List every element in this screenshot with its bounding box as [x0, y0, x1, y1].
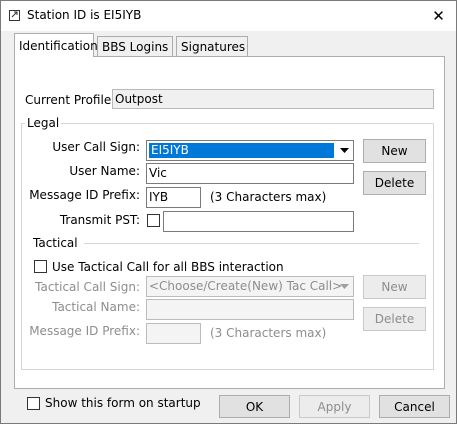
tactical-msg-id-prefix-hint: (3 Characters max): [210, 326, 327, 340]
tactical-call-sign-value: <Choose/Create(New) Tac Call>: [149, 279, 343, 293]
transmit-pst-checkbox[interactable]: [147, 214, 160, 227]
use-tactical-checkbox[interactable]: [34, 260, 47, 273]
use-tactical-label[interactable]: Use Tactical Call for all BBS interactio…: [52, 260, 284, 274]
transmit-pst-label: Transmit PST:: [59, 213, 140, 227]
tab-signatures[interactable]: Signatures: [176, 36, 248, 56]
tab-label: BBS Logins: [102, 39, 169, 54]
tactical-name-field[interactable]: [146, 299, 354, 320]
user-call-sign-label: User Call Sign:: [52, 140, 140, 154]
legal-group-border: [21, 123, 433, 124]
tab-label: Signatures: [181, 39, 246, 54]
tab-bbs-logins[interactable]: BBS Logins: [97, 36, 173, 56]
transmit-pst-field[interactable]: [163, 211, 354, 232]
close-button[interactable]: ✕: [421, 1, 456, 31]
tactical-call-sign-combo[interactable]: <Choose/Create(New) Tac Call>: [146, 276, 354, 297]
legal-group-border-left: [21, 123, 22, 369]
window-title: Station ID is EI5IYB: [27, 8, 142, 22]
chevron-down-icon[interactable]: [336, 278, 352, 295]
tactical-msg-id-prefix-field[interactable]: [146, 323, 201, 344]
legal-group-label: Legal: [25, 116, 62, 130]
msg-id-prefix-hint: (3 Characters max): [210, 190, 327, 204]
new-call-sign-button[interactable]: New: [363, 139, 426, 163]
current-profile-field: Outpost: [112, 89, 434, 109]
show-on-startup-label[interactable]: Show this form on startup: [45, 396, 201, 410]
tactical-divider: [84, 243, 419, 244]
delete-call-sign-button[interactable]: Delete: [363, 171, 426, 195]
current-profile-label: Current Profile:: [25, 93, 116, 107]
tactical-group-label: Tactical: [33, 236, 78, 250]
legal-group-border-right: [433, 123, 434, 369]
cancel-button[interactable]: Cancel: [379, 395, 450, 418]
msg-id-prefix-label: Message ID Prefix:: [29, 188, 140, 202]
delete-tactical-call-button[interactable]: Delete: [363, 307, 426, 331]
tactical-msg-id-prefix-label: Message ID Prefix:: [29, 324, 140, 338]
title-bar: Station ID is EI5IYB ✕: [1, 1, 456, 31]
user-name-field[interactable]: Vic: [146, 163, 354, 184]
new-tactical-call-button[interactable]: New: [363, 275, 426, 299]
ok-button[interactable]: OK: [219, 395, 290, 418]
chevron-down-icon[interactable]: [336, 142, 352, 159]
user-name-label: User Name:: [69, 164, 140, 178]
tab-identification[interactable]: Identification: [14, 33, 98, 57]
tactical-name-label: Tactical Name:: [52, 300, 140, 314]
msg-id-prefix-field[interactable]: IYB: [146, 187, 201, 208]
apply-button[interactable]: Apply: [299, 395, 370, 418]
user-call-sign-value: EI5IYB: [149, 143, 334, 158]
legal-group-border-bottom: [21, 369, 434, 370]
show-on-startup-checkbox[interactable]: [27, 397, 40, 410]
close-icon: ✕: [432, 7, 445, 25]
user-call-sign-combo[interactable]: EI5IYB: [146, 140, 354, 161]
window-icon: [8, 9, 21, 22]
tactical-call-sign-label: Tactical Call Sign:: [35, 280, 140, 294]
station-id-dialog: Station ID is EI5IYB ✕ Identification BB…: [0, 0, 457, 424]
tab-label: Identification: [19, 38, 98, 53]
